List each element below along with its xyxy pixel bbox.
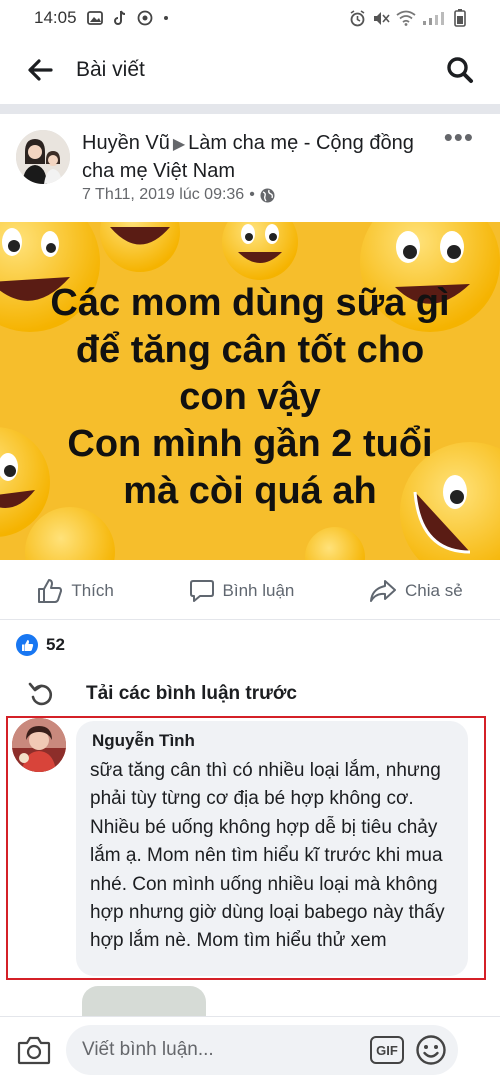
comment-composer: GIF [0,1016,500,1083]
status-left: 14:05 [34,8,169,28]
status-time: 14:05 [34,8,77,27]
refresh-icon [28,682,53,706]
post-meta: 7 Th11, 2019 lúc 09:36 • [82,186,275,204]
like-button[interactable]: Thích [37,578,114,604]
load-previous-label: Tải các bình luận trước [86,683,297,704]
share-button[interactable]: Chia sẻ [369,578,463,604]
search-button[interactable] [442,52,478,88]
status-right [349,9,466,27]
image-line: Con mình gần 2 tuổi [67,423,433,465]
author-name[interactable]: Huyền Vũ [82,132,170,154]
action-bar: Thích Bình luận Chia sẻ [0,562,500,620]
comment-author[interactable]: Nguyễn Tình [92,731,454,751]
comment-input[interactable] [82,1039,370,1061]
battery-icon [454,9,466,27]
reaction-count: 52 [46,635,65,654]
share-icon [370,579,397,602]
share-label: Chia sẻ [405,580,463,600]
section-divider [0,104,500,114]
post-header: Huyền Vũ ▶ Làm cha mẹ - Cộng đồng cha mẹ V… [0,114,500,220]
meta-separator: • [249,186,255,203]
search-icon [447,57,473,83]
comment-label: Bình luận [222,580,295,600]
like-reaction-icon [16,634,38,656]
next-comment-preview[interactable] [82,986,206,1016]
wifi-icon [396,10,416,26]
like-label: Thích [71,580,114,600]
gallery-icon [86,11,103,25]
back-arrow-icon [28,59,53,81]
image-line: Các mom dùng sữa gì [50,282,450,324]
post-author-line: Huyền Vũ ▶ Làm cha mẹ - Cộng đồng cha mẹ V… [82,130,432,184]
signal-icon [422,10,448,26]
reaction-summary[interactable]: 52 [16,634,65,656]
load-previous-comments[interactable]: Tải các bình luận trước [28,680,297,708]
back-button[interactable] [22,52,58,88]
comment-input-wrapper: GIF [66,1025,458,1075]
comment-text: sữa tăng cân thì có nhiều loại lắm, nhưn… [90,760,445,952]
comment-icon [189,579,214,602]
more-icon: ••• [443,122,474,152]
app-bar: Bài viết [0,36,500,104]
more-options-button[interactable]: ••• [444,124,474,150]
status-bar: 14:05 [0,0,500,36]
author-avatar[interactable] [16,130,70,184]
tiktok-icon [113,10,127,26]
comment-button[interactable]: Bình luận [189,578,295,604]
commenter-avatar[interactable] [12,718,66,772]
camera-button[interactable] [14,1030,54,1070]
alarm-icon [349,9,366,27]
mute-icon [372,10,390,27]
image-line: con vậy [179,376,321,418]
globe-icon [260,188,275,202]
page-title: Bài viết [76,58,145,81]
post-image[interactable]: Các mom dùng sữa gì để tăng cân tốt cho … [0,222,500,560]
image-line: mà còi quá ah [123,470,377,512]
post-image-text: Các mom dùng sữa gì để tăng cân tốt cho … [0,280,500,515]
comment-bubble[interactable]: Nguyễn Tình sữa tăng cân thì có nhiều lo… [76,721,468,976]
arrow-right-icon: ▶ [172,136,186,153]
emoji-button[interactable] [414,1033,448,1067]
camera-icon [17,1036,51,1065]
emoji-icon [416,1035,446,1065]
post-timestamp[interactable]: 7 Th11, 2019 lúc 09:36 [82,186,244,204]
gif-button[interactable]: GIF [370,1036,404,1064]
image-line: để tăng cân tốt cho [75,329,425,371]
dot-icon [163,15,169,21]
vpn-icon [137,10,153,26]
like-icon [38,578,63,603]
